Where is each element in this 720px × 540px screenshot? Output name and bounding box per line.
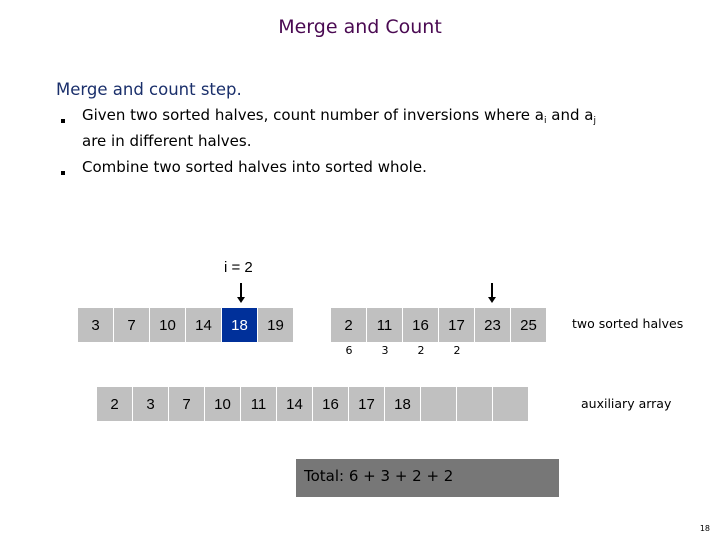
auxiliary-array-cell: 17 — [349, 387, 384, 421]
pointer-j-arrow-icon — [488, 283, 496, 303]
left-array-cell: 7 — [114, 308, 149, 342]
auxiliary-array-cell: 2 — [97, 387, 132, 421]
left-array-cell: 3 — [78, 308, 113, 342]
subscript-j: j — [593, 116, 596, 126]
left-array-cell: 14 — [186, 308, 221, 342]
auxiliary-array-cell: 18 — [385, 387, 420, 421]
auxiliary-label: auxiliary array — [581, 396, 672, 411]
right-array-cell: 2 — [331, 308, 366, 342]
auxiliary-array-cell — [457, 387, 492, 421]
bullet-icon — [61, 119, 65, 123]
auxiliary-array-cell — [421, 387, 456, 421]
auxiliary-array-cell: 7 — [169, 387, 204, 421]
total-box: Total: 6 + 3 + 2 + 2 — [296, 459, 559, 497]
inversion-count: 2 — [453, 344, 461, 357]
page-number: 18 — [699, 524, 710, 533]
left-array-cell: 19 — [258, 308, 293, 342]
inversion-count: 2 — [417, 344, 425, 357]
bullet-2: Combine two sorted halves into sorted wh… — [82, 158, 427, 176]
bullet-1: Given two sorted halves, count number of… — [82, 106, 596, 126]
right-array-cell: 11 — [367, 308, 402, 342]
auxiliary-array-cell: 11 — [241, 387, 276, 421]
bullet-1-text: Given two sorted halves, count number of… — [82, 106, 544, 124]
bullet-1-line2: are in different halves. — [82, 132, 252, 150]
left-array-cell: 18 — [222, 308, 257, 342]
section-heading: Merge and count step. — [56, 80, 242, 99]
auxiliary-array-cell: 16 — [313, 387, 348, 421]
auxiliary-array-cell: 14 — [277, 387, 312, 421]
bullet-1-mid: and a — [546, 106, 594, 124]
right-array-cell: 16 — [403, 308, 438, 342]
halves-label: two sorted halves — [572, 316, 684, 331]
auxiliary-array-cell: 3 — [133, 387, 168, 421]
pointer-i-label: i = 2 — [224, 259, 253, 276]
bullet-icon — [61, 171, 65, 175]
left-array-cell: 10 — [150, 308, 185, 342]
right-array-cell: 25 — [511, 308, 546, 342]
inversion-count: 3 — [381, 344, 389, 357]
auxiliary-array-cell — [493, 387, 528, 421]
auxiliary-array-cell: 10 — [205, 387, 240, 421]
right-array-cell: 17 — [439, 308, 474, 342]
right-array-cell: 23 — [475, 308, 510, 342]
slide-title: Merge and Count — [278, 16, 442, 38]
inversion-count: 6 — [345, 344, 353, 357]
pointer-i-arrow-icon — [237, 283, 245, 303]
